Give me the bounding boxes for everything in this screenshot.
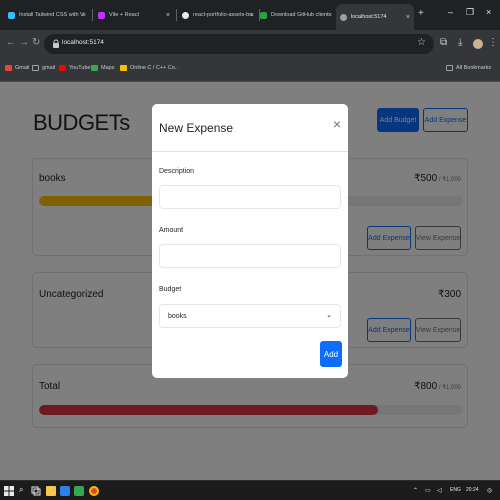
amount-input[interactable]	[159, 244, 341, 268]
description-input[interactable]	[159, 185, 341, 209]
vite-favicon-icon	[98, 11, 105, 19]
tab-tailwind[interactable]: Install Tailwind CSS with V ×	[4, 6, 90, 24]
bookmark-maps[interactable]: Maps	[91, 65, 114, 71]
folder-icon	[32, 65, 39, 71]
tab-vite[interactable]: Vite + React ×	[94, 6, 174, 24]
site-info-icon[interactable]	[52, 39, 60, 48]
vscode-icon[interactable]	[60, 486, 70, 496]
tab-separator	[176, 9, 177, 21]
address-bar[interactable]: localhost:5174 ☆	[44, 34, 434, 54]
profile-avatar[interactable]	[473, 39, 483, 49]
bookmark-online-compiler[interactable]: Online C / C++ Co..	[120, 65, 178, 71]
minimize-window-icon[interactable]: –	[448, 7, 453, 17]
app-icon[interactable]	[74, 486, 84, 496]
chrome-icon[interactable]	[89, 486, 99, 496]
back-arrow-icon[interactable]: ←	[6, 38, 16, 48]
bookmark-youtube[interactable]: YouTube	[59, 65, 91, 71]
youtube-icon	[59, 65, 66, 71]
menu-kebab-icon[interactable]: ⋮	[488, 37, 498, 49]
notification-icon[interactable]: ◎	[487, 487, 492, 494]
github-favicon-icon	[182, 11, 189, 19]
budget-label: Budget	[159, 286, 182, 293]
modal-header: New Expense ×	[152, 104, 348, 152]
battery-icon[interactable]: ▭	[425, 487, 431, 494]
modal-title: New Expense	[159, 121, 234, 135]
github-desktop-favicon-icon	[260, 11, 267, 19]
maximize-window-icon[interactable]: ❐	[466, 7, 474, 18]
tab-github-desktop[interactable]: Download GitHub client ×	[256, 6, 336, 24]
tab-separator	[92, 9, 93, 21]
windows-start-icon[interactable]	[4, 486, 14, 496]
windows-taskbar: ⌕ ⌃ ▭ ◁ ENG 20:24 ◎	[0, 480, 500, 500]
task-view-icon[interactable]	[31, 486, 41, 496]
reload-icon[interactable]: ↻	[32, 38, 40, 48]
tray-chevron-icon[interactable]: ⌃	[413, 487, 418, 494]
close-icon[interactable]: ×	[333, 117, 341, 131]
budget-select[interactable]: books ⌄	[159, 304, 341, 328]
globe-favicon-icon	[340, 13, 347, 21]
close-tab-icon[interactable]: ×	[406, 14, 410, 21]
budget-select-value: books	[168, 313, 187, 320]
file-explorer-icon[interactable]	[46, 486, 56, 496]
download-icon[interactable]: ⤓	[458, 37, 462, 49]
bookmark-gmail[interactable]: Gmail	[5, 65, 29, 71]
all-bookmarks[interactable]: All Bookmarks	[446, 65, 491, 71]
close-tab-icon[interactable]: ×	[166, 12, 170, 19]
forward-arrow-icon[interactable]: →	[19, 38, 29, 48]
description-label: Description	[159, 168, 195, 175]
language-indicator[interactable]: ENG	[450, 487, 461, 493]
bookmark-star-icon[interactable]: ☆	[417, 37, 426, 48]
maps-icon	[91, 65, 98, 71]
online-compiler-icon	[120, 65, 127, 71]
search-icon[interactable]: ⌕	[19, 485, 23, 495]
extensions-icon[interactable]: ⧉	[440, 37, 447, 49]
tab-github-repo[interactable]: react-portfolio-assets-bu ×	[178, 6, 258, 24]
chevron-down-icon: ⌄	[326, 312, 332, 319]
browser-tab-strip: Install Tailwind CSS with V × Vite + Rea…	[0, 0, 500, 30]
close-tab-icon[interactable]: ×	[250, 12, 254, 19]
gmail-icon	[5, 65, 12, 71]
bookmark-gmail-folder[interactable]: gmail	[32, 65, 55, 71]
amount-label: Amount	[159, 227, 184, 234]
tailwind-favicon-icon	[8, 11, 15, 19]
close-tab-icon[interactable]: ×	[328, 12, 332, 19]
page-viewport: BUDGETs Add Budget Add Expense books ₹50…	[0, 82, 500, 480]
bookmarks-bar: Gmail gmail YouTube Maps Online C / C++ …	[0, 58, 500, 82]
add-submit-button[interactable]: Add	[320, 341, 342, 367]
new-tab-icon[interactable]: +	[418, 8, 424, 19]
volume-icon[interactable]: ◁	[437, 487, 442, 494]
new-expense-modal: New Expense × Description Amount Budget …	[152, 104, 348, 378]
close-tab-icon[interactable]: ×	[82, 12, 86, 19]
clock[interactable]: 20:24	[466, 487, 479, 493]
url-text[interactable]: localhost:5174	[62, 39, 104, 46]
tab-localhost[interactable]: localhost:5174 ×	[336, 4, 414, 30]
browser-toolbar: ← → ↻ localhost:5174 ☆ ⧉ ⤓ ⋮	[0, 30, 500, 58]
close-window-icon[interactable]: ×	[486, 7, 491, 17]
folder-icon	[446, 65, 453, 71]
